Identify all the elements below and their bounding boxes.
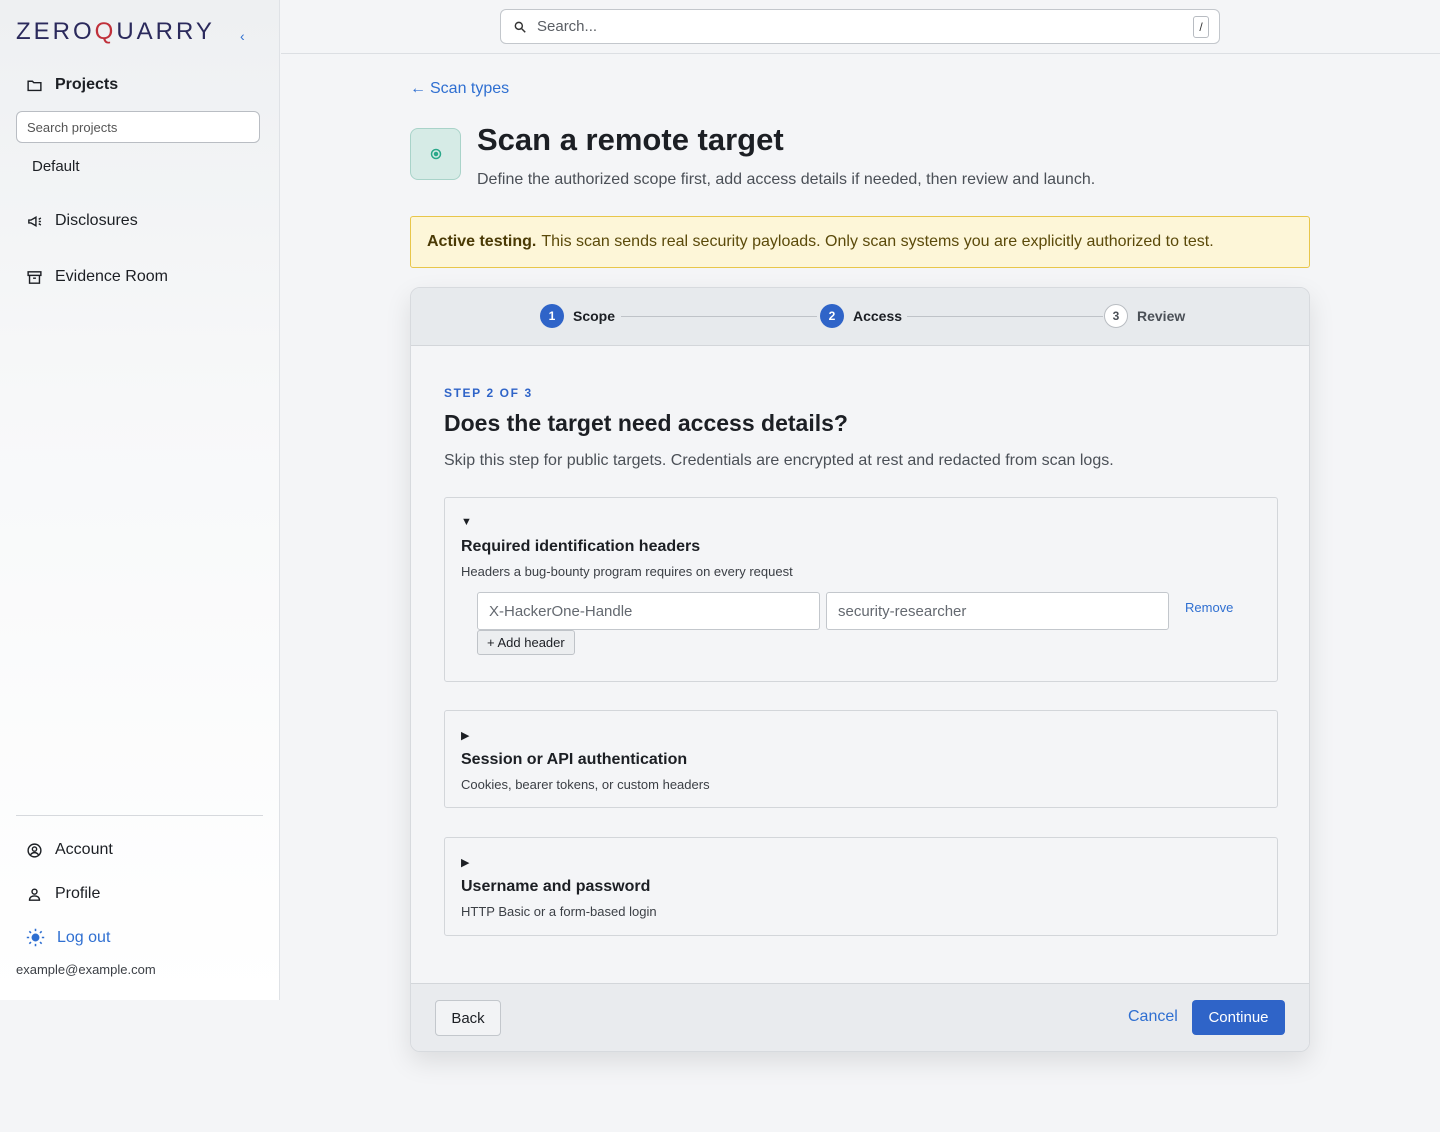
sidebar-item-label: Disclosures: [55, 212, 138, 229]
cancel-button[interactable]: Cancel: [1128, 1008, 1178, 1026]
expand-triangle-icon[interactable]: ▶: [461, 856, 469, 869]
active-testing-warning: Active testing. This scan sends real sec…: [410, 216, 1310, 268]
search-icon: [514, 21, 526, 33]
global-search-input[interactable]: [537, 18, 1193, 35]
page-title: Scan a remote target: [477, 122, 784, 157]
wizard-footer: Back Cancel Continue: [411, 983, 1309, 1051]
sidebar-item-label: Account: [55, 841, 113, 858]
person-icon: [28, 887, 41, 901]
collapse-sidebar-button[interactable]: ‹: [240, 28, 245, 44]
sidebar-item-profile[interactable]: Profile: [26, 885, 100, 903]
panel-description: Headers a bug-bounty program requires on…: [461, 564, 793, 579]
step-access[interactable]: 2 Access: [820, 304, 902, 328]
warning-title: Active testing.: [427, 233, 537, 250]
back-link-label: Scan types: [430, 80, 510, 97]
sidebar-item-account[interactable]: Account: [26, 841, 113, 859]
sidebar-item-label: Projects: [55, 76, 119, 93]
step-label: Scope: [573, 308, 616, 324]
panel-title: Required identification headers: [461, 538, 701, 555]
step-number: 1: [540, 304, 564, 328]
add-header-button[interactable]: + Add header: [477, 630, 575, 655]
page-subtitle: Define the authorized scope first, add a…: [477, 171, 1096, 188]
panel-description: HTTP Basic or a form-based login: [461, 904, 657, 919]
step-kicker: STEP 2 OF 3: [444, 386, 533, 400]
sidebar-item-label: Profile: [55, 885, 101, 902]
global-search[interactable]: /: [500, 9, 1220, 44]
megaphone-icon: [28, 215, 42, 227]
logout-label: Log out: [57, 928, 111, 946]
sidebar: ZEROQUARRY ‹ Projects Default Disclosure…: [0, 0, 280, 1000]
step-number: 3: [1104, 304, 1128, 328]
wizard-stepper: 1 Scope 2 Access 3 Review: [411, 288, 1309, 346]
scan-wizard: 1 Scope 2 Access 3 Review STEP 2 OF 3 Do…: [410, 287, 1310, 1052]
step-review[interactable]: 3 Review: [1104, 304, 1185, 328]
panel-session-auth[interactable]: ▶ Session or API authentication Cookies,…: [444, 710, 1278, 808]
continue-button[interactable]: Continue: [1192, 1000, 1285, 1035]
target-icon: [410, 128, 461, 180]
arrow-left-icon: ←: [410, 80, 426, 97]
step-label: Review: [1137, 308, 1186, 324]
sidebar-item-disclosures[interactable]: Disclosures: [26, 212, 138, 230]
step-connector: [907, 316, 1103, 317]
header-value-input[interactable]: [826, 592, 1169, 630]
folder-icon: [27, 80, 42, 91]
warning-text: This scan sends real security payloads. …: [541, 233, 1214, 250]
step-number: 2: [820, 304, 844, 328]
project-item-default[interactable]: Default: [32, 158, 80, 175]
back-to-scan-types-link[interactable]: ← Scan types: [410, 80, 509, 98]
panel-description: Cookies, bearer tokens, or custom header…: [461, 777, 710, 792]
sidebar-divider: [16, 815, 263, 816]
panel-required-headers: ▼ Required identification headers Header…: [444, 497, 1278, 682]
sidebar-item-label: Evidence Room: [55, 268, 168, 285]
back-button[interactable]: Back: [435, 1000, 501, 1036]
step-label: Access: [853, 308, 903, 324]
step-description: Skip this step for public targets. Crede…: [444, 452, 1114, 469]
header-name-input[interactable]: [477, 592, 820, 630]
sun-icon: [26, 928, 45, 947]
step-connector: [621, 316, 817, 317]
user-circle-icon: [27, 842, 42, 858]
user-email: example@example.com: [16, 962, 156, 977]
search-shortcut-hint: /: [1193, 15, 1209, 38]
panel-title: Session or API authentication: [461, 751, 688, 768]
collapse-triangle-icon[interactable]: ▼: [461, 516, 472, 528]
remove-header-button[interactable]: Remove: [1185, 600, 1233, 615]
logout-button[interactable]: Log out: [26, 928, 110, 947]
panel-title: Username and password: [461, 878, 651, 895]
step-heading: Does the target need access details?: [444, 410, 848, 436]
brand-logo[interactable]: ZEROQUARRY: [16, 18, 215, 46]
sidebar-item-projects[interactable]: Projects: [26, 76, 118, 94]
step-scope[interactable]: 1 Scope: [540, 304, 615, 328]
sidebar-item-evidence-room[interactable]: Evidence Room: [26, 268, 168, 286]
panel-username-password[interactable]: ▶ Username and password HTTP Basic or a …: [444, 837, 1278, 936]
archive-icon: [27, 270, 42, 284]
expand-triangle-icon[interactable]: ▶: [461, 729, 469, 742]
project-search-input[interactable]: [16, 111, 260, 143]
